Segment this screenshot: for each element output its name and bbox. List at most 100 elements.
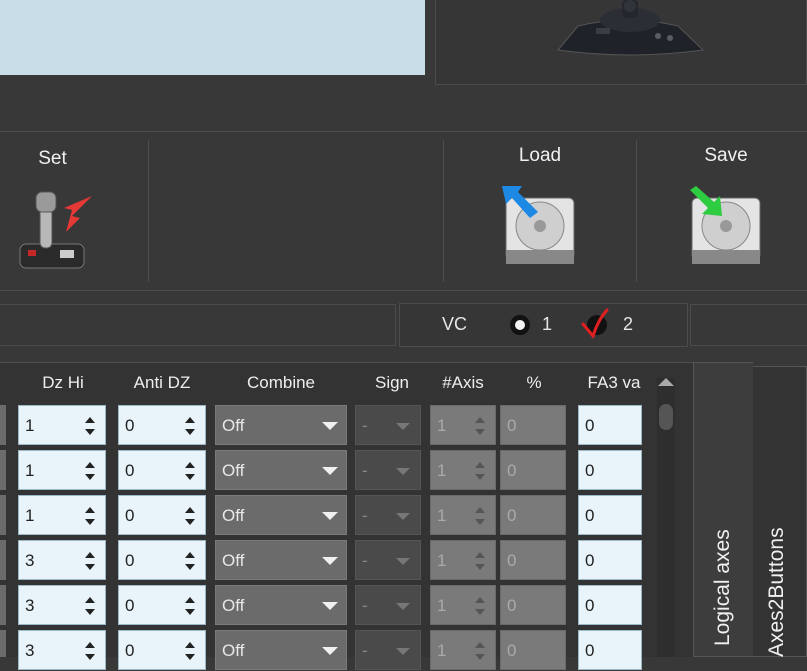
dz-hi-stepper[interactable]: 3 bbox=[18, 540, 106, 580]
percent-field-value: 0 bbox=[507, 551, 517, 570]
percent-field-value: 0 bbox=[507, 416, 517, 435]
tab-axes2buttons[interactable]: Axes2Buttons bbox=[753, 366, 807, 657]
dz-hi-stepper[interactable]: 1 bbox=[18, 495, 106, 535]
dropdown-arrow-icon[interactable] bbox=[322, 602, 338, 610]
combine-select[interactable]: Off bbox=[215, 540, 347, 580]
header-percent: % bbox=[526, 373, 542, 392]
spinner-arrows-icon[interactable] bbox=[185, 415, 195, 437]
set-label: Set bbox=[38, 148, 67, 169]
vc-panel: VC 1 2 bbox=[399, 303, 688, 347]
dz-hi-stepper-value: 3 bbox=[25, 641, 35, 660]
dropdown-arrow-icon[interactable] bbox=[396, 513, 410, 520]
dz-hi-stepper[interactable]: 3 bbox=[18, 585, 106, 625]
combine-select-value: Off bbox=[222, 506, 245, 525]
dropdown-arrow-icon[interactable] bbox=[396, 468, 410, 475]
dropdown-arrow-icon[interactable] bbox=[322, 557, 338, 565]
spinner-arrows-icon[interactable] bbox=[475, 595, 485, 617]
header-anti-dz: Anti DZ bbox=[133, 373, 191, 392]
status-strip-right bbox=[690, 304, 807, 346]
vc-radio-1[interactable] bbox=[510, 315, 530, 335]
anti-dz-stepper[interactable]: 0 bbox=[118, 405, 206, 445]
spinner-arrows-icon[interactable] bbox=[475, 640, 485, 662]
spinner-arrows-icon[interactable] bbox=[185, 595, 195, 617]
scroll-up-arrow-icon[interactable] bbox=[658, 378, 674, 386]
fa3-value-field[interactable]: 0 bbox=[578, 585, 642, 625]
dropdown-arrow-icon[interactable] bbox=[396, 648, 410, 655]
dropdown-arrow-icon[interactable] bbox=[322, 422, 338, 430]
sign-select: - bbox=[355, 585, 421, 625]
sign-select-value: - bbox=[362, 416, 368, 435]
spinner-arrows-icon[interactable] bbox=[475, 550, 485, 572]
dropdown-arrow-icon[interactable] bbox=[322, 467, 338, 475]
anti-dz-stepper-value: 0 bbox=[125, 506, 135, 525]
joystick-set-icon bbox=[19, 191, 92, 269]
axis-number-stepper: 1 bbox=[430, 495, 496, 535]
save-button[interactable]: Save bbox=[676, 140, 776, 280]
fa3-value-field-value: 0 bbox=[585, 551, 595, 570]
dz-hi-stepper[interactable]: 1 bbox=[18, 450, 106, 490]
anti-dz-stepper[interactable]: 0 bbox=[118, 450, 206, 490]
spinner-arrows-icon[interactable] bbox=[85, 640, 95, 662]
fa3-value-field[interactable]: 0 bbox=[578, 630, 642, 670]
dropdown-arrow-icon[interactable] bbox=[396, 603, 410, 610]
combine-select[interactable]: Off bbox=[215, 495, 347, 535]
percent-field-value: 0 bbox=[507, 461, 517, 480]
axis-number-stepper-value: 1 bbox=[437, 461, 447, 480]
scroll-thumb[interactable] bbox=[659, 404, 673, 430]
axis-number-stepper-value: 1 bbox=[437, 506, 447, 525]
spinner-arrows-icon[interactable] bbox=[185, 505, 195, 527]
spinner-arrows-icon[interactable] bbox=[475, 460, 485, 482]
sign-select-value: - bbox=[362, 551, 368, 570]
load-button[interactable]: Load bbox=[490, 140, 590, 280]
sign-select-value: - bbox=[362, 461, 368, 480]
spinner-arrows-icon[interactable] bbox=[85, 460, 95, 482]
dz-hi-stepper[interactable]: 1 bbox=[18, 405, 106, 445]
anti-dz-stepper[interactable]: 0 bbox=[118, 540, 206, 580]
spinner-arrows-icon[interactable] bbox=[85, 505, 95, 527]
save-label: Save bbox=[704, 145, 748, 166]
anti-dz-stepper-value: 0 bbox=[125, 596, 135, 615]
combine-select[interactable]: Off bbox=[215, 585, 347, 625]
spinner-arrows-icon[interactable] bbox=[185, 460, 195, 482]
combine-select[interactable]: Off bbox=[215, 405, 347, 445]
load-label: Load bbox=[518, 145, 562, 166]
percent-field-value: 0 bbox=[507, 596, 517, 615]
spinner-arrows-icon[interactable] bbox=[85, 595, 95, 617]
axis-number-stepper-value: 1 bbox=[437, 416, 447, 435]
combine-select[interactable]: Off bbox=[215, 630, 347, 670]
axis-number-stepper: 1 bbox=[430, 450, 496, 490]
dropdown-arrow-icon[interactable] bbox=[322, 512, 338, 520]
tab-logical-axes[interactable]: Logical axes bbox=[693, 362, 753, 657]
separator bbox=[0, 131, 807, 132]
anti-dz-stepper[interactable]: 0 bbox=[118, 585, 206, 625]
dropdown-arrow-icon[interactable] bbox=[322, 647, 338, 655]
dz-hi-stepper[interactable]: 3 bbox=[18, 630, 106, 670]
set-button[interactable]: Set bbox=[0, 140, 110, 280]
partial-column bbox=[0, 405, 6, 657]
spinner-arrows-icon[interactable] bbox=[185, 550, 195, 572]
percent-field: 0 bbox=[500, 405, 566, 445]
fa3-value-field[interactable]: 0 bbox=[578, 405, 642, 445]
device-preview-panel bbox=[0, 0, 425, 75]
dropdown-arrow-icon[interactable] bbox=[396, 423, 410, 430]
fa3-value-field[interactable]: 0 bbox=[578, 495, 642, 535]
axis-number-stepper-value: 1 bbox=[437, 551, 447, 570]
spinner-arrows-icon[interactable] bbox=[85, 415, 95, 437]
scrollbar[interactable] bbox=[657, 378, 675, 657]
fa3-value-field[interactable]: 0 bbox=[578, 450, 642, 490]
spinner-arrows-icon[interactable] bbox=[475, 505, 485, 527]
sign-select: - bbox=[355, 450, 421, 490]
spinner-arrows-icon[interactable] bbox=[85, 550, 95, 572]
dropdown-arrow-icon[interactable] bbox=[396, 558, 410, 565]
spinner-arrows-icon[interactable] bbox=[185, 640, 195, 662]
anti-dz-stepper[interactable]: 0 bbox=[118, 495, 206, 535]
anti-dz-stepper-value: 0 bbox=[125, 641, 135, 660]
spinner-arrows-icon[interactable] bbox=[475, 415, 485, 437]
fa3-value-field[interactable]: 0 bbox=[578, 540, 642, 580]
hdd-load-icon bbox=[502, 186, 575, 264]
tab-axes2buttons-label: Axes2Buttons bbox=[765, 527, 788, 657]
combine-select-value: Off bbox=[222, 641, 245, 660]
anti-dz-stepper[interactable]: 0 bbox=[118, 630, 206, 670]
combine-select[interactable]: Off bbox=[215, 450, 347, 490]
fa3-value-field-value: 0 bbox=[585, 596, 595, 615]
